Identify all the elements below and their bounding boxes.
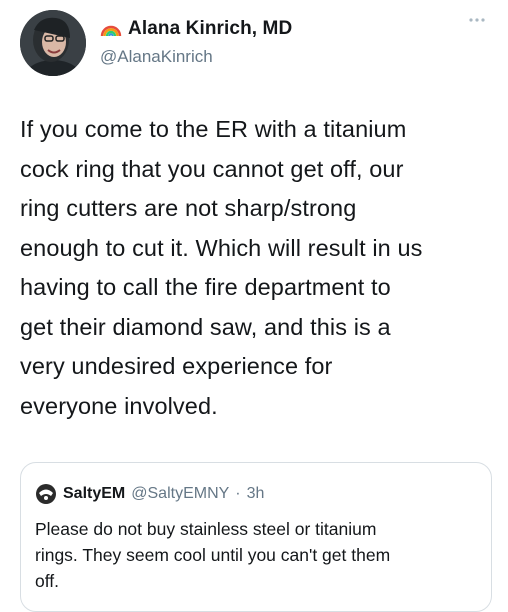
dot-separator: ·	[235, 485, 241, 502]
quoted-author-avatar[interactable]	[35, 483, 57, 505]
quoted-tweet-header: SaltyEM @SaltyEMNY · 3h	[35, 483, 264, 505]
author-handle[interactable]: @AlanaKinrich	[100, 47, 213, 67]
author-display-name[interactable]: Alana Kinrich, MD	[128, 18, 292, 40]
avatar-image	[20, 10, 86, 76]
tweet-card: Alana Kinrich, MD @AlanaKinrich If you c…	[0, 0, 508, 612]
user-avatar[interactable]	[20, 10, 86, 76]
quoted-tweet-body-text: Please do not buy stainless steel or tit…	[35, 519, 391, 591]
quoted-tweet-card[interactable]: SaltyEM @SaltyEMNY · 3h Please do not buy …	[20, 462, 492, 612]
quoted-tweet-timestamp[interactable]: 3h	[247, 485, 265, 503]
quoted-author-handle[interactable]: @SaltyEMNY	[131, 485, 229, 503]
more-options-icon[interactable]	[468, 14, 486, 26]
rainbow-icon	[100, 20, 122, 38]
quoted-author-name[interactable]: SaltyEM	[63, 485, 125, 503]
tweet-body-text: If you come to the ER with a titanium co…	[20, 116, 423, 419]
author-name-row[interactable]: Alana Kinrich, MD	[100, 18, 292, 40]
